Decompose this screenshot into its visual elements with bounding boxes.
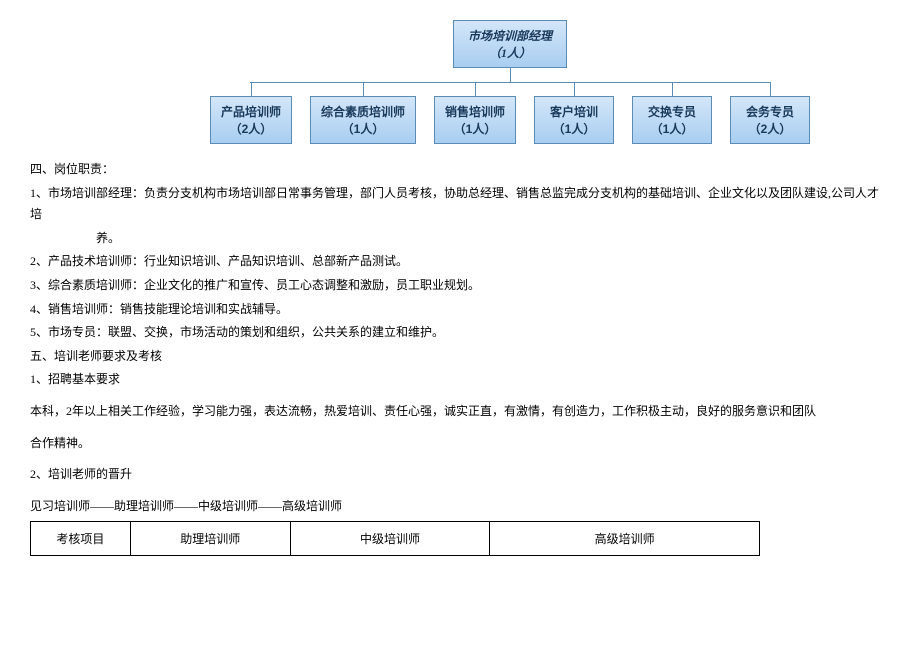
org-box-sales: 销售培训师 （1人） <box>434 96 516 144</box>
org-top-box: 市场培训部经理 （1人） <box>453 20 567 68</box>
sub2-title: 2、培训老师的晋升 <box>30 464 890 486</box>
duty-1: 1、市场培训部经理：负责分支机构市场培训部日常事务管理，部门人员考核，协助总经理… <box>30 183 890 226</box>
requirement-block: 本科，2年以上相关工作经验，学习能力强，表达流畅，热爱培训、责任心强，诚实正直，… <box>30 401 890 423</box>
duty-5: 5、市场专员：联盟、交换，市场活动的策划和组织，公共关系的建立和维护。 <box>30 322 890 344</box>
section5-title: 五、培训老师要求及考核 <box>30 346 890 368</box>
th-senior: 高级培训师 <box>490 522 760 556</box>
th-item: 考核项目 <box>31 522 131 556</box>
org-chart: 市场培训部经理 （1人） 产品培训师 （2人） 综合素质培训师 （1人） 销售培… <box>130 20 890 144</box>
requirement-line2: 合作精神。 <box>30 433 890 455</box>
th-assistant: 助理培训师 <box>130 522 290 556</box>
promotion-path: 见习培训师――助理培训师――中级培训师――高级培训师 <box>30 496 890 518</box>
org-box-quality: 综合素质培训师 （1人） <box>310 96 416 144</box>
org-children-row: 产品培训师 （2人） 综合素质培训师 （1人） 销售培训师 （1人） 客户培训 … <box>210 96 810 144</box>
connector-horizontal <box>210 82 810 96</box>
duty-2: 2、产品技术培训师：行业知识培训、产品知识培训、总部新产品测试。 <box>30 251 890 273</box>
sub1-title: 1、招聘基本要求 <box>30 369 890 391</box>
th-middle: 中级培训师 <box>290 522 490 556</box>
org-box-conference: 会务专员 （2人） <box>730 96 810 144</box>
assessment-table: 考核项目 助理培训师 中级培训师 高级培训师 <box>30 521 760 556</box>
org-box-exchange: 交换专员 （1人） <box>632 96 712 144</box>
duty-3: 3、综合素质培训师：企业文化的推广和宣传、员工心态调整和激励，员工职业规划。 <box>30 275 890 297</box>
section4-title: 四、岗位职责： <box>30 159 890 181</box>
requirement-line1: 本科，2年以上相关工作经验，学习能力强，表达流畅，热爱培训、责任心强，诚实正直，… <box>30 401 890 423</box>
org-box-product: 产品培训师 （2人） <box>210 96 292 144</box>
org-top-count: （1人） <box>468 44 552 61</box>
org-box-customer: 客户培训 （1人） <box>534 96 614 144</box>
table-header-row: 考核项目 助理培训师 中级培训师 高级培训师 <box>31 522 760 556</box>
duty-1-cont: 养。 <box>30 228 890 250</box>
connector <box>510 68 511 82</box>
org-top-title: 市场培训部经理 <box>468 27 552 44</box>
duty-4: 4、销售培训师：销售技能理论培训和实战辅导。 <box>30 299 890 321</box>
